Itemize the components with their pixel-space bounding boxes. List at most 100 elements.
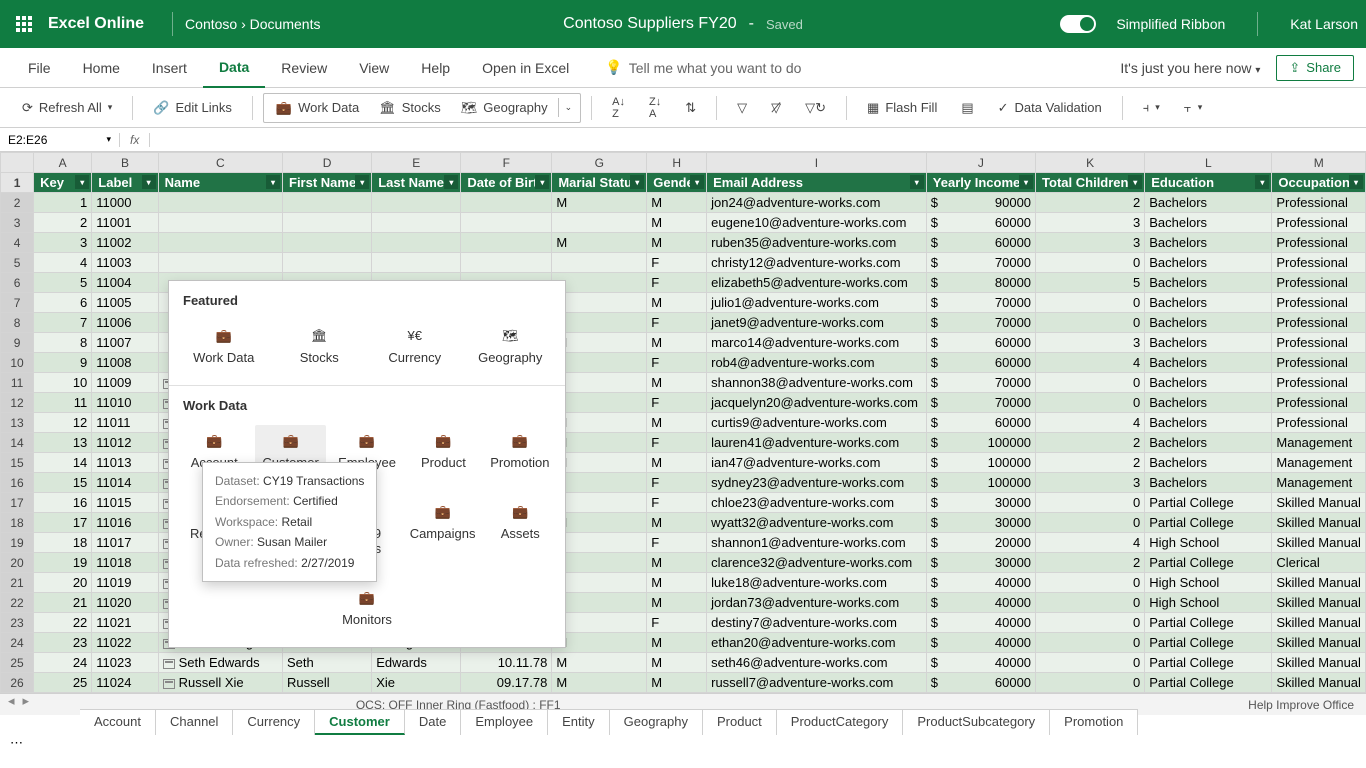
cell[interactable]: $70000 [926, 373, 1035, 393]
cell[interactable]: 0 [1036, 393, 1145, 413]
cell[interactable]: Partial College [1145, 553, 1272, 573]
data-type-assets[interactable]: 💼Assets [485, 496, 555, 564]
row-header[interactable]: 3 [1, 213, 34, 233]
cell[interactable]: 11007 [92, 333, 158, 353]
cell[interactable]: Management [1272, 433, 1366, 453]
cell[interactable]: 11018 [92, 553, 158, 573]
cell[interactable]: Professional [1272, 333, 1366, 353]
cell[interactable]: julio1@adventure-works.com [707, 293, 927, 313]
filter-arrow-icon[interactable]: ▾ [266, 175, 280, 189]
cell[interactable]: Partial College [1145, 493, 1272, 513]
cell[interactable]: M [552, 513, 647, 533]
cell[interactable]: seth46@adventure-works.com [707, 653, 927, 673]
cell[interactable]: $30000 [926, 513, 1035, 533]
cell[interactable]: 11010 [92, 393, 158, 413]
table-header-cell[interactable]: Last Name▾ [372, 173, 461, 193]
cell[interactable]: 21 [34, 593, 92, 613]
cell[interactable]: 2 [1036, 453, 1145, 473]
cell[interactable]: 24 [34, 653, 92, 673]
row-header[interactable]: 14 [1, 433, 34, 453]
cell[interactable]: Skilled Manual [1272, 593, 1366, 613]
cell[interactable]: 11011 [92, 413, 158, 433]
cell[interactable]: M [647, 413, 707, 433]
cell[interactable]: Professional [1272, 273, 1366, 293]
filter-arrow-icon[interactable]: ▾ [535, 175, 549, 189]
table-header-cell[interactable]: Name▾ [158, 173, 282, 193]
cell[interactable]: 0 [1036, 633, 1145, 653]
cell[interactable]: 13 [34, 433, 92, 453]
cell[interactable]: 10 [34, 373, 92, 393]
cell[interactable]: ruben35@adventure-works.com [707, 233, 927, 253]
sheet-tab-product[interactable]: Product [703, 709, 777, 735]
row-header[interactable]: 12 [1, 393, 34, 413]
cell[interactable]: S [552, 553, 647, 573]
table-header-cell[interactable]: Label▾ [92, 173, 158, 193]
cell[interactable]: 4 [34, 253, 92, 273]
group-button[interactable]: ⫞▾ [1133, 96, 1170, 120]
cell[interactable]: 0 [1036, 653, 1145, 673]
cell[interactable]: rob4@adventure-works.com [707, 353, 927, 373]
row-header[interactable]: 5 [1, 253, 34, 273]
table-header-cell[interactable]: Total Children▾ [1036, 173, 1145, 193]
cell[interactable]: M [552, 673, 647, 693]
data-type-work-data[interactable]: 💼Work Data [179, 320, 269, 373]
cell[interactable]: wyatt32@adventure-works.com [707, 513, 927, 533]
cell[interactable] [552, 353, 647, 373]
cell[interactable]: S [552, 473, 647, 493]
cell[interactable]: M [647, 333, 707, 353]
cell[interactable]: Skilled Manual [1272, 633, 1366, 653]
sheet-tab-channel[interactable]: Channel [156, 709, 233, 735]
cell[interactable]: Bachelors [1145, 213, 1272, 233]
sheet-tab-customer[interactable]: Customer [315, 709, 405, 735]
cell[interactable]: 0 [1036, 513, 1145, 533]
cell[interactable]: M [552, 653, 647, 673]
cell[interactable]: M [647, 633, 707, 653]
app-brand[interactable]: Excel Online [48, 15, 144, 33]
cell[interactable]: M [647, 573, 707, 593]
cell[interactable] [158, 253, 282, 273]
cell[interactable] [158, 213, 282, 233]
cell[interactable] [461, 233, 552, 253]
cell[interactable]: F [647, 533, 707, 553]
cell[interactable]: M [647, 213, 707, 233]
cell[interactable]: $40000 [926, 573, 1035, 593]
cell[interactable]: Professional [1272, 253, 1366, 273]
cell[interactable]: Professional [1272, 193, 1366, 213]
cell[interactable]: 4 [1036, 353, 1145, 373]
cell[interactable]: luke18@adventure-works.com [707, 573, 927, 593]
ribbon-tab-home[interactable]: Home [67, 48, 136, 88]
cell[interactable]: 0 [1036, 313, 1145, 333]
data-type-product[interactable]: 💼Product [408, 425, 478, 478]
col-header[interactable]: G [552, 153, 647, 173]
help-improve-link[interactable]: Help Improve Office [1248, 698, 1354, 712]
cell[interactable]: janet9@adventure-works.com [707, 313, 927, 333]
data-type-currency[interactable]: ¥€Currency [370, 320, 460, 373]
prev-sheet-icon[interactable]: ◂ [8, 693, 15, 709]
geography-type-button[interactable]: 🗺 Geography [451, 96, 558, 120]
clear-filter-button[interactable]: ▽̸ [761, 96, 791, 120]
cell[interactable]: Skilled Manual [1272, 613, 1366, 633]
cell[interactable]: 11001 [92, 213, 158, 233]
cell[interactable]: 11023 [92, 653, 158, 673]
cell[interactable]: $100000 [926, 433, 1035, 453]
ribbon-tab-help[interactable]: Help [405, 48, 466, 88]
cell[interactable] [283, 213, 372, 233]
cell[interactable]: 18 [34, 533, 92, 553]
filter-arrow-icon[interactable]: ▾ [910, 175, 924, 189]
cell[interactable]: Professional [1272, 373, 1366, 393]
cell[interactable]: Russell [283, 673, 372, 693]
cell[interactable]: 2 [1036, 433, 1145, 453]
cell[interactable]: F [647, 253, 707, 273]
cell[interactable]: ian47@adventure-works.com [707, 453, 927, 473]
cell[interactable]: jordan73@adventure-works.com [707, 593, 927, 613]
cell[interactable]: M [552, 413, 647, 433]
cell[interactable]: 3 [1036, 473, 1145, 493]
fx-label[interactable]: fx [120, 133, 150, 147]
col-header[interactable] [1, 153, 34, 173]
table-header-cell[interactable]: Key▾ [34, 173, 92, 193]
cell[interactable]: M [552, 233, 647, 253]
sheet-tab-productsubcategory[interactable]: ProductSubcategory [903, 709, 1050, 735]
cell[interactable]: F [647, 433, 707, 453]
cell[interactable]: F [647, 613, 707, 633]
cell[interactable]: M [647, 373, 707, 393]
